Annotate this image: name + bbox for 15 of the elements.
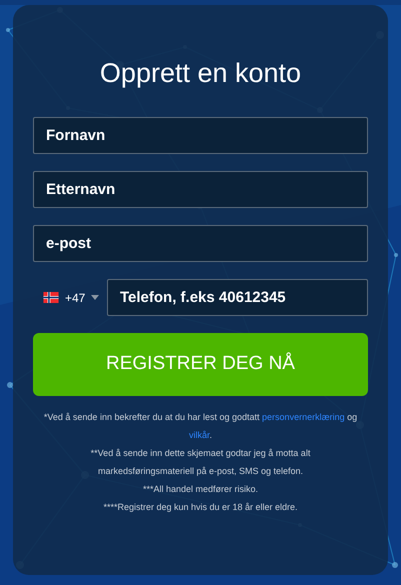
flag-icon	[43, 292, 59, 303]
caret-icon	[91, 295, 100, 300]
privacy-link[interactable]: personvernerklæring	[262, 412, 345, 422]
text-input-field[interactable]: e-post	[33, 225, 368, 262]
phone-input-field[interactable]: Telefon, f.eks 40612345	[107, 279, 368, 316]
text-input-field[interactable]: Etternavn	[33, 171, 368, 208]
disclaimer-text: ***All handel medfører risiko.	[142, 483, 258, 496]
disclaimer-text: **Ved å sende inn dette skjemaet godtar jeg å motta alt markedsføringsmateriell på e-post, SMS og telefon.	[90, 447, 312, 478]
text-input-field[interactable]: Fornavn	[33, 117, 368, 154]
form-title: Opprett en konto	[100, 57, 302, 90]
consent-text: *Ved å sende inn bekrefter du at du har lest og godtatt personvernerklæring og vilkår.	[42, 411, 358, 442]
register-button[interactable]: REGISTRER DEG NÅ	[33, 333, 368, 396]
terms-link[interactable]: vilkår	[188, 430, 210, 440]
disclaimer-text: ****Registrer deg kun hvis du er 18 år eller eldre.	[103, 501, 298, 514]
country-code-dropdown[interactable]: +47	[33, 279, 101, 316]
